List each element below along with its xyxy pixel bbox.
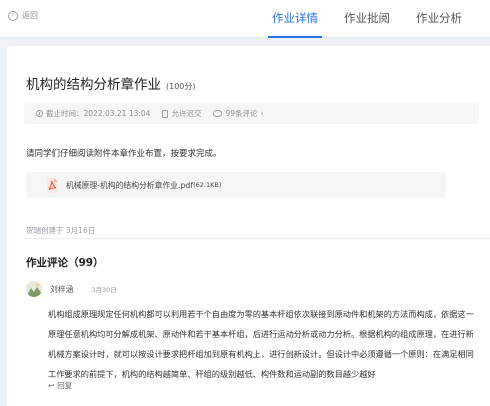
title-row: 机构的结构分析章作业 (100分) xyxy=(26,73,196,93)
deadline: 截止时间：2022.03.21 13:04 xyxy=(36,108,150,119)
avatar xyxy=(26,281,42,297)
comment-text: 机构组成原理规定任何机构都可以利用若干个自由度为零的基本杆组依次联接到原动件和机… xyxy=(48,309,474,379)
comment-author-row: 刘梓涵 3月30日 xyxy=(26,281,117,297)
back-label: 返回 xyxy=(22,11,38,20)
back-arrow-icon: ‹ xyxy=(8,10,18,21)
divider xyxy=(24,238,490,239)
created-info: 贺瑞创建于 3月16日 xyxy=(26,226,96,235)
tab-assignment-analysis[interactable]: 作业分析 xyxy=(414,0,464,38)
tab-assignment-details[interactable]: 作业详情 xyxy=(268,0,322,38)
reply-button[interactable]: ↩ 回复 xyxy=(48,380,72,391)
comments-heading: 作业评论（99） xyxy=(26,257,104,269)
back-button[interactable]: ‹ 返回 xyxy=(8,10,38,21)
comments-link[interactable]: 99条评论 › xyxy=(213,108,264,119)
attachment-name: 机械原理-机构的结构分析章作业.pdf xyxy=(66,180,194,190)
tab-bar: 作业详情 作业批阅 作业分析 xyxy=(268,0,464,38)
pdf-file-icon xyxy=(46,177,58,193)
document-icon xyxy=(162,109,169,118)
assignment-card: 机构的结构分析章作业 (100分) 截止时间：2022.03.21 13:04 … xyxy=(7,46,490,406)
comment-icon xyxy=(213,110,223,117)
clock-icon xyxy=(36,110,43,117)
attachment-size: (62.1KB) xyxy=(193,181,222,189)
reply-icon: ↩ xyxy=(48,381,55,390)
attachment-item[interactable]: 机械原理-机构的结构分析章作业.pdf (62.1KB) xyxy=(26,172,446,198)
assignment-meta: 截止时间：2022.03.21 13:04 允许迟交 99条评论 › xyxy=(24,103,479,124)
reply-label: 回复 xyxy=(57,381,73,390)
assignment-title: 机构的结构分析章作业 xyxy=(26,77,161,93)
chevron-right-icon: › xyxy=(260,109,264,118)
top-nav: ‹ 返回 作业详情 作业批阅 作业分析 xyxy=(0,0,490,38)
comment-author: 刘梓涵 xyxy=(50,284,74,294)
late-submit-text: 允许迟交 xyxy=(171,109,202,118)
late-submit: 允许迟交 xyxy=(162,108,201,119)
assignment-score: (100分) xyxy=(166,82,196,91)
comment-date: 3月30日 xyxy=(91,286,117,294)
comments-link-text: 99条评论 xyxy=(225,109,258,118)
tab-assignment-grading[interactable]: 作业批阅 xyxy=(342,0,392,38)
deadline-text: 截止时间：2022.03.21 13:04 xyxy=(46,109,151,118)
assignment-description: 请同学们仔细阅读附件本章作业布置，按要求完成。 xyxy=(26,149,222,159)
